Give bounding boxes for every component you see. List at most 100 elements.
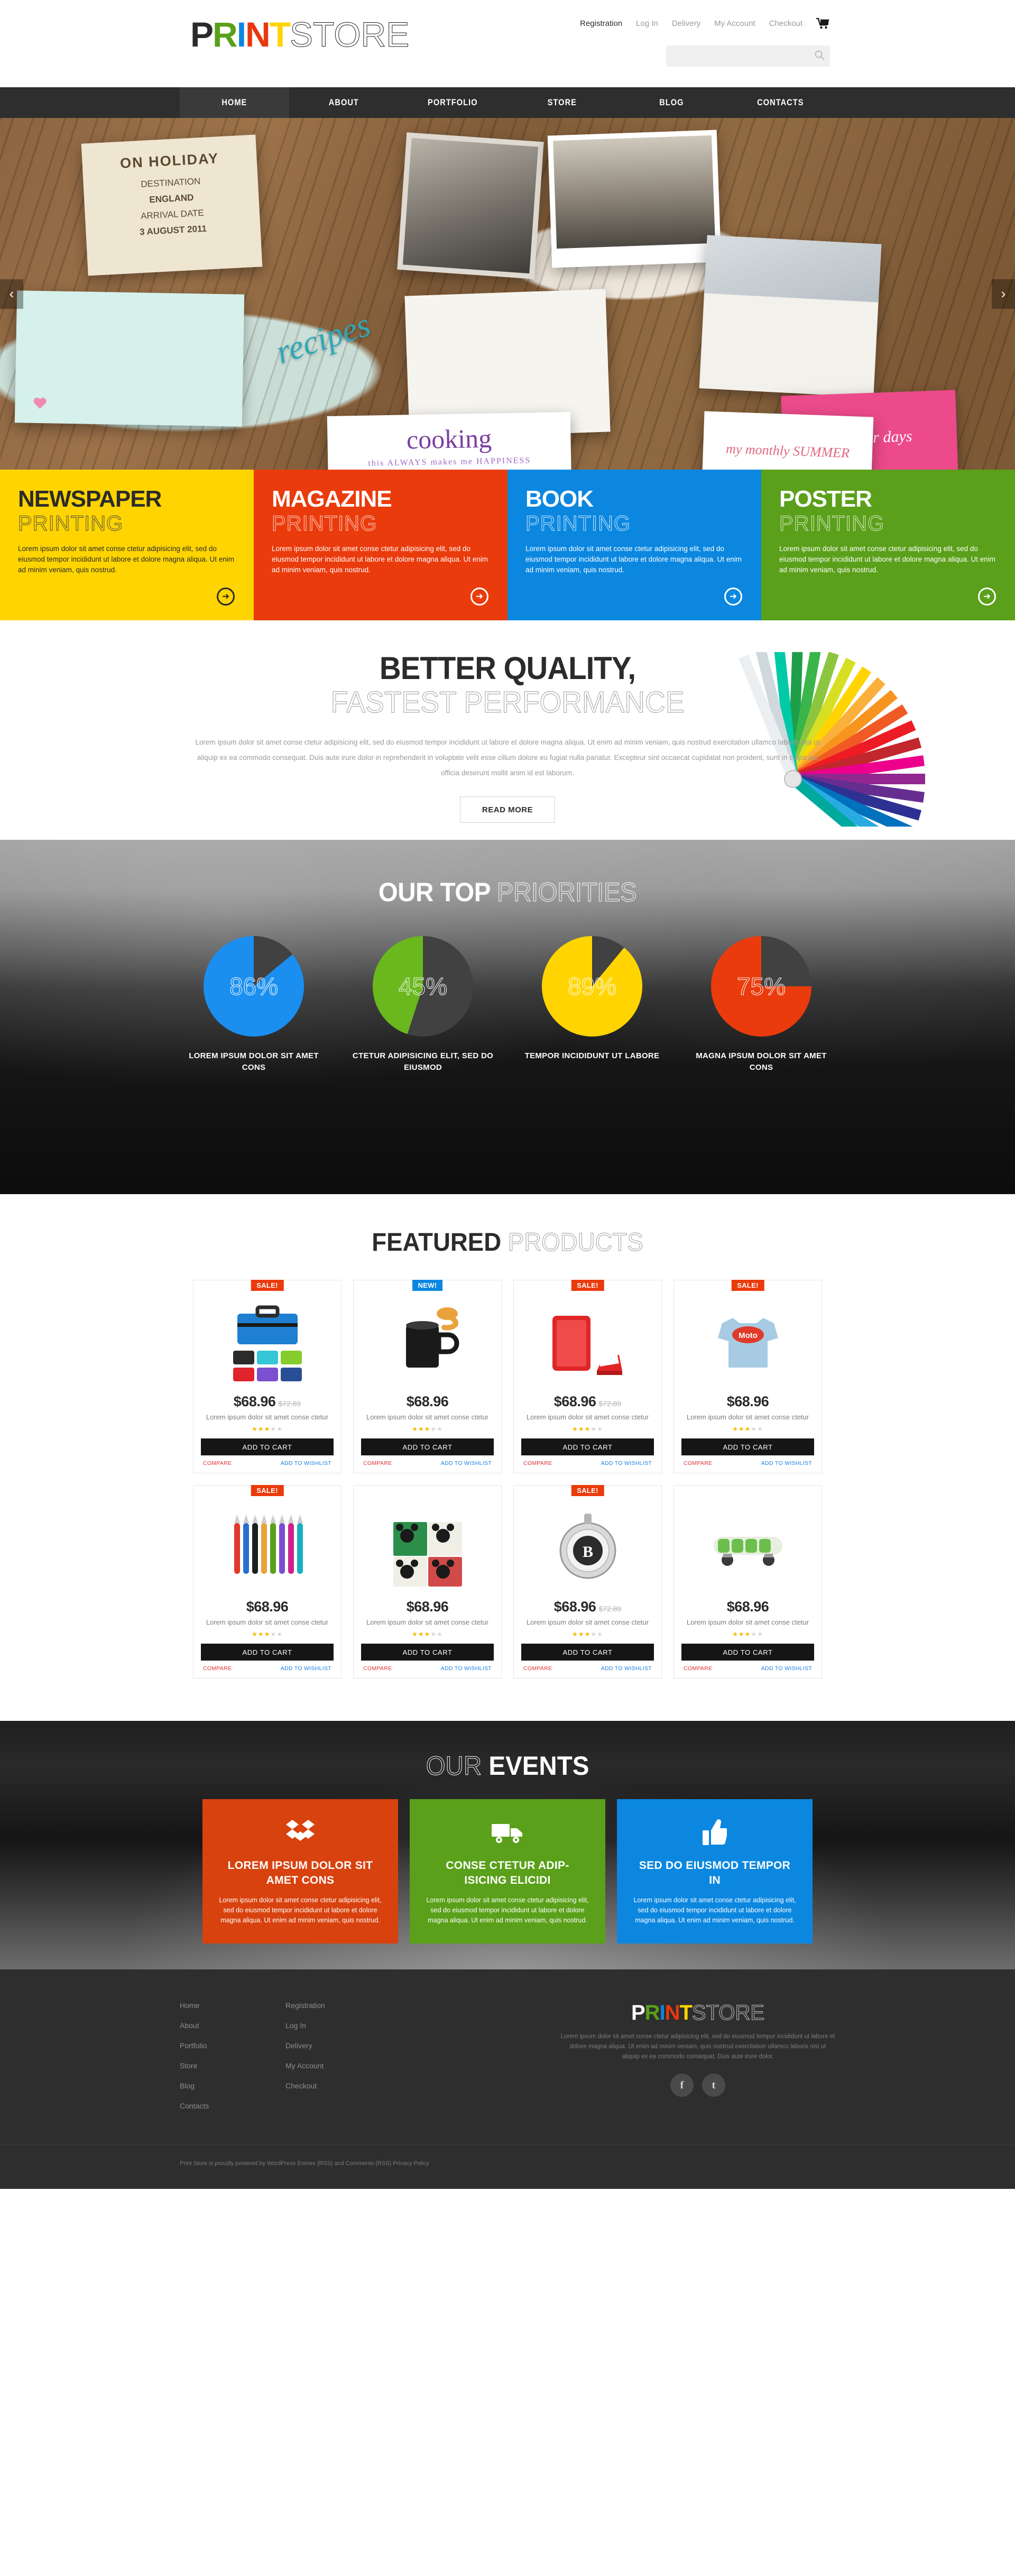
footer-link-about[interactable]: About xyxy=(180,2021,285,2030)
promo-newspaper[interactable]: NEWSPAPER PRINTING Lorem ipsum dolor sit… xyxy=(0,470,254,620)
promo-text: Lorem ipsum dolor sit amet conse ctetur … xyxy=(18,545,234,574)
nav-item-blog[interactable]: BLOG xyxy=(617,87,726,118)
footer-link-portfolio[interactable]: Portfolio xyxy=(180,2041,285,2050)
event-card-1[interactable]: LOREM IPSUM DOLOR SIT AMET CONS Lorem ip… xyxy=(202,1799,398,1944)
event-card-3[interactable]: SED DO EIUSMOD TEMPOR IN Lorem ipsum dol… xyxy=(617,1799,813,1944)
events-section: OUR EVENTS LOREM IPSUM DOLOR SIT AMET CO… xyxy=(0,1721,1015,1969)
event-card-2[interactable]: CONSE CTETUR ADIP-ISICING ELICIDI Lorem … xyxy=(410,1799,605,1944)
compare-link[interactable]: COMPARE xyxy=(203,1460,232,1466)
top-link-delivery[interactable]: Delivery xyxy=(672,19,700,28)
star-icon: ★ xyxy=(597,1425,603,1433)
footer-link-my-account[interactable]: My Account xyxy=(285,2061,391,2070)
arrow-right-circle-icon[interactable]: ➜ xyxy=(724,588,742,606)
add-to-cart-button[interactable]: ADD TO CART xyxy=(681,1644,814,1661)
arrow-right-circle-icon[interactable]: ➜ xyxy=(217,588,235,606)
add-to-cart-button[interactable]: ADD TO CART xyxy=(201,1438,334,1455)
nav-item-home[interactable]: HOME xyxy=(180,87,289,118)
nav-item-contacts[interactable]: CONTACTS xyxy=(726,87,835,118)
promo-magazine[interactable]: MAGAZINE PRINTING Lorem ipsum dolor sit … xyxy=(254,470,508,620)
add-to-wishlist-link[interactable]: ADD TO WISHLIST xyxy=(441,1665,492,1672)
star-icon: ★ xyxy=(572,1425,578,1433)
read-more-button[interactable]: READ MORE xyxy=(460,796,555,823)
product-image xyxy=(521,1299,654,1388)
product-rating: ★★★★★ xyxy=(681,1425,814,1433)
footer-about-text: Lorem ipsum dolor sit amet conse ctetur … xyxy=(560,2033,835,2060)
top-link-checkout[interactable]: Checkout xyxy=(769,19,802,28)
add-to-wishlist-link[interactable]: ADD TO WISHLIST xyxy=(281,1460,331,1466)
arrow-right-circle-icon[interactable]: ➜ xyxy=(470,588,488,606)
star-icon: ★ xyxy=(276,1630,283,1638)
product-card[interactable]: $68.96 Lorem ipsum dolor sit amet conse c… xyxy=(673,1485,822,1679)
product-card-links: COMPARE ADD TO WISHLIST xyxy=(681,1661,814,1672)
add-to-cart-button[interactable]: ADD TO CART xyxy=(521,1438,654,1455)
promo-subtitle: PRINTING xyxy=(525,512,631,536)
add-to-wishlist-link[interactable]: ADD TO WISHLIST xyxy=(281,1665,331,1672)
slider-prev-button[interactable]: ‹ xyxy=(0,279,23,309)
top-link-my-account[interactable]: My Account xyxy=(714,19,755,28)
footer-link-registration[interactable]: Registration xyxy=(285,2001,391,2010)
product-image: Moto xyxy=(681,1299,814,1388)
promo-book[interactable]: BOOK PRINTING Lorem ipsum dolor sit amet… xyxy=(508,470,761,620)
nav-item-portfolio[interactable]: PORTFOLIO xyxy=(398,87,508,118)
twitter-icon[interactable]: t xyxy=(702,2074,725,2097)
postcard-line2: DESTINATION xyxy=(140,176,201,190)
compare-link[interactable]: COMPARE xyxy=(523,1665,552,1672)
top-link-login[interactable]: Log In xyxy=(636,19,658,28)
product-old-price: $72.89 xyxy=(598,1399,622,1408)
postcard-line1: ON HOLIDAY xyxy=(119,150,219,171)
add-to-wishlist-link[interactable]: ADD TO WISHLIST xyxy=(761,1460,812,1466)
product-rating: ★★★★★ xyxy=(361,1630,494,1638)
add-to-wishlist-link[interactable]: ADD TO WISHLIST xyxy=(601,1665,652,1672)
star-icon: ★ xyxy=(751,1425,758,1433)
arrow-right-circle-icon[interactable]: ➜ xyxy=(978,588,996,606)
nav-item-about[interactable]: ABOUT xyxy=(289,87,399,118)
facebook-icon[interactable]: f xyxy=(670,2074,694,2097)
add-to-cart-button[interactable]: ADD TO CART xyxy=(361,1644,494,1661)
top-link-registration[interactable]: Registration xyxy=(580,19,622,28)
compare-link[interactable]: COMPARE xyxy=(684,1460,712,1466)
compare-link[interactable]: COMPARE xyxy=(684,1665,712,1672)
product-card[interactable]: SALE! $68.96 Lorem ipsum dolor sit amet co… xyxy=(193,1485,342,1679)
slider-next-button[interactable]: › xyxy=(992,279,1015,309)
compare-link[interactable]: COMPARE xyxy=(203,1665,232,1672)
site-logo[interactable]: PRINTSTORE xyxy=(190,17,410,52)
footer-link-delivery[interactable]: Delivery xyxy=(285,2041,391,2050)
events-title-thin: OUR xyxy=(426,1751,482,1781)
star-icon: ★ xyxy=(738,1630,745,1638)
nav-item-store[interactable]: STORE xyxy=(508,87,617,118)
add-to-cart-button[interactable]: ADD TO CART xyxy=(201,1644,334,1661)
footer-link-store[interactable]: Store xyxy=(180,2061,285,2070)
add-to-cart-button[interactable]: ADD TO CART xyxy=(521,1644,654,1661)
footer-link-home[interactable]: Home xyxy=(180,2001,285,2010)
search-button[interactable] xyxy=(809,45,830,67)
add-to-wishlist-link[interactable]: ADD TO WISHLIST xyxy=(441,1460,492,1466)
postcard-line3: ENGLAND xyxy=(149,192,194,205)
product-card[interactable]: SALE! $68.96 $72.89 Lorem ipsum dolor sit a… xyxy=(193,1280,342,1473)
product-card[interactable]: SALE! Moto $68.96 Lorem ipsum dolor sit ame… xyxy=(673,1280,822,1473)
product-card[interactable]: SALE! B $68.96 $72.89 Lorem ipsum dolor sit … xyxy=(513,1485,662,1679)
promo-poster[interactable]: POSTER PRINTING Lorem ipsum dolor sit am… xyxy=(761,470,1015,620)
pie-value-label: 89% xyxy=(567,973,617,1001)
product-card-links: COMPARE ADD TO WISHLIST xyxy=(201,1661,334,1672)
promo-title: POSTER xyxy=(779,486,872,512)
add-to-cart-button[interactable]: ADD TO CART xyxy=(361,1438,494,1455)
product-card[interactable]: SALE! $68.96 $72.89 Lorem ipsum dolor sit a… xyxy=(513,1280,662,1473)
product-image: B xyxy=(521,1505,654,1593)
search-box[interactable] xyxy=(666,45,830,67)
product-card[interactable]: $68.96 Lorem ipsum dolor sit amet conse c… xyxy=(353,1485,502,1679)
footer-link-blog[interactable]: Blog xyxy=(180,2082,285,2090)
shopping-cart-icon[interactable] xyxy=(816,18,830,29)
footer-link-checkout[interactable]: Checkout xyxy=(285,2082,391,2090)
compare-link[interactable]: COMPARE xyxy=(363,1460,392,1466)
compare-link[interactable]: COMPARE xyxy=(523,1460,552,1466)
compare-link[interactable]: COMPARE xyxy=(363,1665,392,1672)
footer-logo[interactable]: PRINTSTORE xyxy=(560,2001,835,2025)
product-card[interactable]: NEW! $68.96 Lorem ipsum dolor sit amet con… xyxy=(353,1280,502,1473)
footer-link-contacts[interactable]: Contacts xyxy=(180,2102,285,2110)
search-input[interactable] xyxy=(666,45,809,67)
add-to-wishlist-link[interactable]: ADD TO WISHLIST xyxy=(761,1665,812,1672)
add-to-wishlist-link[interactable]: ADD TO WISHLIST xyxy=(601,1460,652,1466)
footer-links-column-2: Registration Log In Delivery My Account Chec… xyxy=(285,2001,391,2123)
add-to-cart-button[interactable]: ADD TO CART xyxy=(681,1438,814,1455)
footer-link-log-in[interactable]: Log In xyxy=(285,2021,391,2030)
